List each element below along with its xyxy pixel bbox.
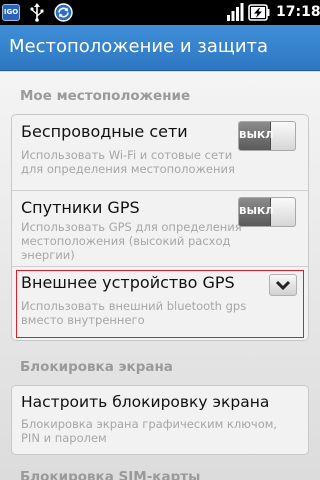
page-title: Местоположение и защита xyxy=(9,36,269,57)
section-header-my-location: Мое местоположение xyxy=(20,88,191,104)
usb-icon xyxy=(30,3,44,22)
item-summary: Использовать GPS для определения местопо… xyxy=(21,220,242,262)
igo-app-icon: IGO xyxy=(2,4,20,21)
screen-lock-settings-group: Настроить блокировку экрана Блокировка э… xyxy=(11,385,309,455)
signal-strength-icon xyxy=(227,3,244,21)
item-summary: Использовать Wi-Fi и сотовые сети для оп… xyxy=(21,148,235,176)
toggle-off-label: ВЫКЛ xyxy=(239,122,273,150)
sync-icon xyxy=(54,3,73,22)
toggle-off-label: ВЫКЛ xyxy=(239,198,273,226)
title-bar: Местоположение и защита xyxy=(0,25,320,71)
list-item-configure-screen-lock[interactable]: Настроить блокировку экрана Блокировка э… xyxy=(12,386,308,454)
highlight-box xyxy=(16,270,304,338)
battery-charging-icon xyxy=(248,4,270,21)
status-bar: IGO 17:18 xyxy=(0,0,320,25)
item-title: Спутники GPS xyxy=(21,198,140,217)
section-header-sim-lock: Блокировка SIM-карты xyxy=(20,469,201,480)
list-item-gps-satellites[interactable]: Спутники GPS Использовать GPS для опреде… xyxy=(12,191,308,267)
item-summary: Блокировка экрана графическим ключом, PI… xyxy=(21,417,278,445)
section-header-screen-lock: Блокировка экрана xyxy=(20,359,173,375)
wireless-networks-toggle[interactable]: ВЫКЛ xyxy=(238,121,296,151)
item-title: Настроить блокировку экрана xyxy=(21,393,270,411)
list-item-wireless-networks[interactable]: Беспроводные сети Использовать Wi-Fi и с… xyxy=(12,115,308,190)
item-title: Беспроводные сети xyxy=(21,122,188,141)
gps-satellites-toggle[interactable]: ВЫКЛ xyxy=(238,197,296,227)
clock: 17:18 xyxy=(276,4,320,20)
